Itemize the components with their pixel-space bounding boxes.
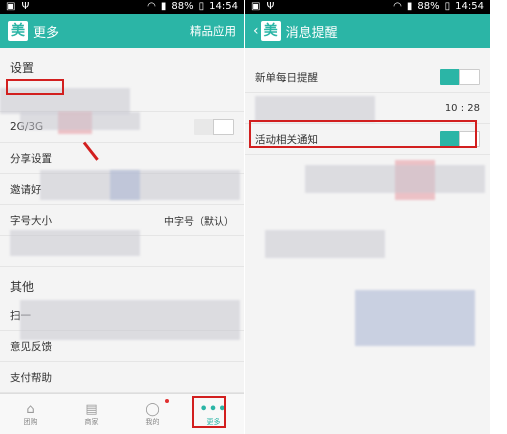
feedback-label: 意见反馈 — [10, 340, 52, 353]
app-bar: ‹ 美 消息提醒 — [245, 14, 490, 48]
highlight-box — [6, 79, 64, 95]
highlight-box — [192, 396, 226, 428]
daily-reminder-label: 新单每日提醒 — [255, 71, 318, 84]
screenshot-icon: ▣ — [6, 1, 16, 12]
page-title: 消息提醒 — [285, 25, 338, 41]
payment-help-label: 支付帮助 — [10, 371, 52, 384]
pixelation-block — [10, 230, 140, 256]
battery-icon: ▯ — [444, 1, 451, 12]
screenshot-icon: ▣ — [251, 1, 261, 12]
payment-help-row[interactable]: 支付帮助 — [0, 362, 244, 393]
pixelation-block — [265, 230, 385, 258]
page-title: 更多 — [33, 25, 60, 41]
status-bar: ▣ Ψ ◠ ▮ 88% ▯ 14:54 — [0, 0, 244, 14]
wifi-icon: ◠ — [147, 1, 156, 12]
battery-percent: 88% — [417, 1, 440, 12]
daily-reminder-row[interactable]: 新单每日提醒 — [245, 62, 490, 93]
groupbuy-icon: ⌂ — [26, 401, 35, 417]
reminder-time-value: 10 : 28 — [444, 102, 480, 114]
settings-section-header: 设置 — [10, 61, 35, 75]
nav-mine-label: 我的 — [145, 417, 160, 426]
app-bar: 美 更多 精品应用 — [0, 14, 244, 48]
app-logo: 美 — [8, 21, 28, 41]
user-icon: ◯ — [145, 401, 160, 417]
status-bar: ▣ Ψ ◠ ▮ 88% ▯ 14:54 — [245, 0, 490, 14]
shop-icon: ▤ — [85, 401, 98, 417]
pixelation-block — [305, 165, 485, 193]
nav-shop-label: 商家 — [84, 417, 99, 426]
back-icon[interactable]: ‹ — [253, 23, 259, 39]
nav-shop[interactable]: ▤ 商家 — [61, 394, 122, 434]
app-logo: 美 — [260, 21, 281, 41]
daily-reminder-toggle[interactable] — [440, 69, 480, 85]
signal-icon: ▮ — [406, 1, 413, 12]
pixelation-block — [40, 170, 240, 200]
pixelation-block — [355, 290, 475, 346]
usb-icon: Ψ — [21, 1, 30, 12]
highlight-box — [249, 120, 477, 148]
share-settings-label: 分享设置 — [10, 152, 52, 165]
more-screen: ▣ Ψ ◠ ▮ 88% ▯ 14:54 美 更多 精品应用 设置 2G/3G 分… — [0, 0, 244, 434]
message-reminder-screen: ▣ Ψ ◠ ▮ 88% ▯ 14:54 ‹ 美 消息提醒 新单每日提醒 10 :… — [245, 0, 490, 434]
pixelation-block — [255, 96, 375, 122]
pixelation-block — [20, 300, 240, 340]
clock: 14:54 — [455, 1, 484, 12]
signal-icon: ▮ — [160, 1, 167, 12]
font-size-label: 字号大小 — [10, 214, 52, 227]
nav-groupbuy[interactable]: ⌂ 团购 — [0, 394, 61, 434]
battery-percent: 88% — [171, 1, 194, 12]
notification-dot — [165, 399, 169, 403]
usb-icon: Ψ — [266, 1, 275, 12]
featured-apps-button[interactable]: 精品应用 — [190, 23, 236, 39]
wifi-icon: ◠ — [393, 1, 402, 12]
network-toggle[interactable] — [194, 119, 234, 135]
nav-mine[interactable]: ◯ 我的 — [122, 394, 183, 434]
nav-groupbuy-label: 团购 — [23, 417, 38, 426]
font-size-value: 中字号（默认） — [164, 216, 234, 228]
pixelation-block — [110, 170, 140, 200]
pixelation-block — [20, 112, 140, 130]
other-section-header: 其他 — [10, 280, 35, 294]
battery-icon: ▯ — [198, 1, 205, 12]
invite-label: 邀请好 — [10, 183, 42, 196]
clock: 14:54 — [209, 1, 238, 12]
